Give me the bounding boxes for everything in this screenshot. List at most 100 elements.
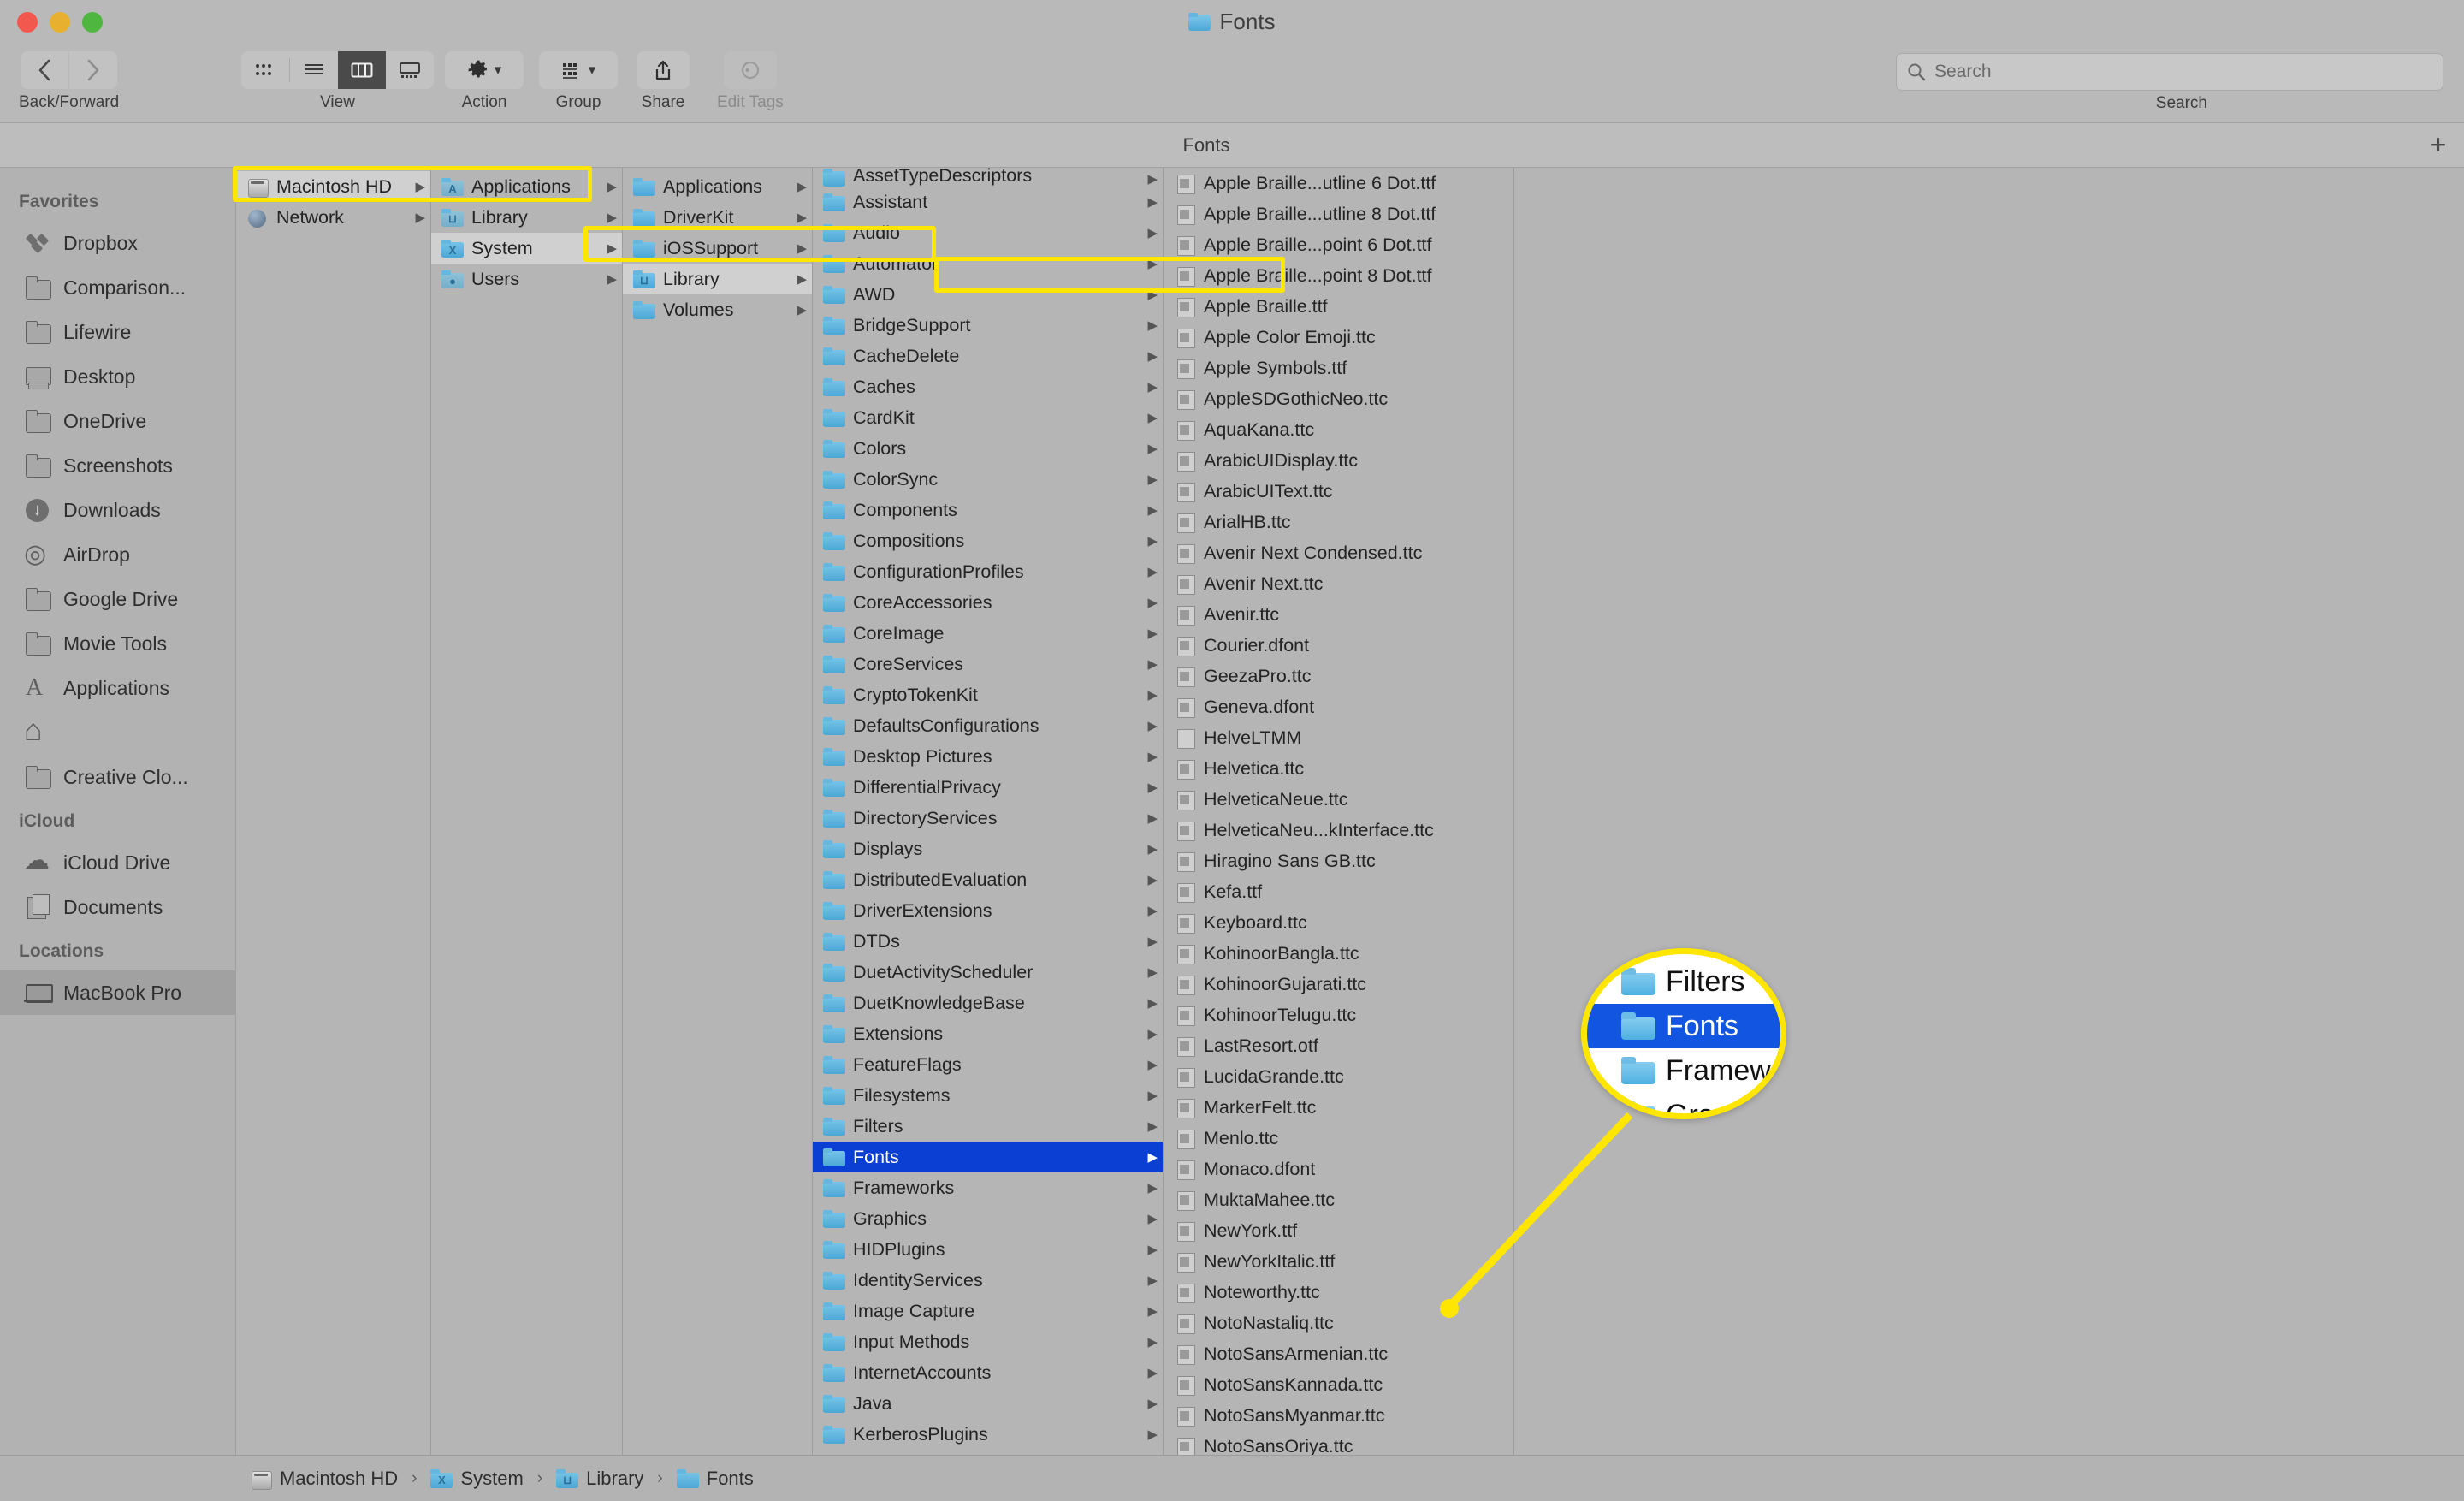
list-item[interactable]: A Applications ▶ <box>431 171 622 202</box>
list-item[interactable]: Apple Braille...utline 6 Dot.ttf <box>1164 168 1513 199</box>
list-item[interactable]: MarkerFelt.ttc <box>1164 1092 1513 1123</box>
sidebar-item-google-drive[interactable]: Google Drive <box>0 577 235 621</box>
list-item[interactable]: ⊔ Library ▶ <box>431 202 622 233</box>
list-item[interactable]: NotoSansOriya.ttc <box>1164 1431 1513 1455</box>
sidebar-item-macbook-pro[interactable]: MacBook Pro <box>0 970 235 1015</box>
list-item[interactable]: KohinoorTelugu.ttc <box>1164 1000 1513 1030</box>
list-item[interactable]: ● Users ▶ <box>431 264 622 294</box>
list-item[interactable]: CryptoTokenKit ▶ <box>813 679 1163 710</box>
list-item[interactable]: DirectoryServices ▶ <box>813 803 1163 834</box>
list-item[interactable]: HIDPlugins ▶ <box>813 1234 1163 1265</box>
list-item[interactable]: Keyboard.ttc <box>1164 907 1513 938</box>
sidebar-item-movie-tools[interactable]: Movie Tools <box>0 621 235 666</box>
sidebar-item-applications[interactable]: Applications <box>0 666 235 710</box>
list-item[interactable]: Extensions ▶ <box>813 1018 1163 1049</box>
list-item[interactable]: Apple Symbols.ttf <box>1164 353 1513 383</box>
list-item[interactable]: DriverExtensions ▶ <box>813 895 1163 926</box>
sidebar-item-airdrop[interactable]: AirDrop <box>0 532 235 577</box>
list-item[interactable]: LastResort.otf <box>1164 1030 1513 1061</box>
list-item[interactable]: Graphics ▶ <box>813 1203 1163 1234</box>
list-item[interactable]: ArabicUIDisplay.ttc <box>1164 445 1513 476</box>
list-item[interactable]: Frameworks ▶ <box>813 1172 1163 1203</box>
list-item[interactable]: Macintosh HD ▶ <box>236 171 430 202</box>
list-item[interactable]: Helvetica.ttc <box>1164 753 1513 784</box>
column-view-icon[interactable] <box>338 51 386 89</box>
list-item[interactable]: FeatureFlags ▶ <box>813 1049 1163 1080</box>
list-item[interactable]: Audio ▶ <box>813 217 1163 248</box>
list-item[interactable]: KerberosPlugins ▶ <box>813 1419 1163 1450</box>
list-item[interactable]: CoreServices ▶ <box>813 649 1163 679</box>
list-item[interactable]: iOSSupport ▶ <box>623 233 812 264</box>
list-item[interactable]: Kernels▶ <box>813 1450 1163 1456</box>
sidebar-item-dropbox[interactable]: Dropbox <box>0 221 235 265</box>
breadcrumb-system[interactable]: X System <box>430 1468 524 1490</box>
list-item[interactable]: NotoSansArmenian.ttc <box>1164 1338 1513 1369</box>
sidebar-item-onedrive[interactable]: OneDrive <box>0 399 235 443</box>
list-item[interactable]: ConfigurationProfiles ▶ <box>813 556 1163 587</box>
list-item[interactable]: HelveticaNeu...kInterface.ttc <box>1164 815 1513 845</box>
column-fonts[interactable]: Apple Braille...utline 6 Dot.ttf Apple Br… <box>1164 168 1514 1455</box>
list-item[interactable]: DTDs ▶ <box>813 926 1163 957</box>
list-item[interactable]: Compositions ▶ <box>813 525 1163 556</box>
list-item[interactable]: NotoNastaliq.ttc <box>1164 1308 1513 1338</box>
list-item[interactable]: Kefa.ttf <box>1164 876 1513 907</box>
list-item[interactable]: Geneva.dfont <box>1164 691 1513 722</box>
list-item[interactable]: KohinoorGujarati.ttc <box>1164 969 1513 1000</box>
forward-button[interactable] <box>69 51 118 89</box>
list-item[interactable]: Assistant ▶ <box>813 187 1163 217</box>
list-item[interactable]: Apple Color Emoji.ttc <box>1164 322 1513 353</box>
list-item[interactable]: AquaKana.ttc <box>1164 414 1513 445</box>
list-item[interactable]: CoreImage ▶ <box>813 618 1163 649</box>
list-item[interactable]: X System ▶ <box>431 233 622 264</box>
list-item[interactable]: AssetTypeDescriptors ▶ <box>813 168 1163 187</box>
sidebar-item-comparison[interactable]: Comparison... <box>0 265 235 310</box>
column-system[interactable]: Applications ▶ DriverKit ▶ iOSSupport ▶ … <box>623 168 813 1455</box>
list-item[interactable]: Fonts ▶ <box>813 1142 1163 1172</box>
search-input[interactable]: Search <box>1896 53 2443 91</box>
list-item[interactable]: CoreAccessories ▶ <box>813 587 1163 618</box>
list-item[interactable]: DuetActivityScheduler ▶ <box>813 957 1163 988</box>
list-item[interactable]: DriverKit ▶ <box>623 202 812 233</box>
list-item[interactable]: Caches ▶ <box>813 371 1163 402</box>
list-item[interactable]: Hiragino Sans GB.ttc <box>1164 845 1513 876</box>
list-item[interactable]: MuktaMahee.ttc <box>1164 1184 1513 1215</box>
list-item[interactable]: Courier.dfont <box>1164 630 1513 661</box>
sidebar-item-screenshots[interactable]: Screenshots <box>0 443 235 488</box>
list-item[interactable]: Image Capture ▶ <box>813 1296 1163 1326</box>
list-item[interactable]: BridgeSupport ▶ <box>813 310 1163 341</box>
list-item[interactable]: Volumes ▶ <box>623 294 812 325</box>
list-item[interactable]: ⊔ Library ▶ <box>623 264 812 294</box>
list-item[interactable]: HelveticaNeue.ttc <box>1164 784 1513 815</box>
breadcrumb-fonts[interactable]: Fonts <box>676 1468 754 1490</box>
list-item[interactable]: KohinoorBangla.ttc <box>1164 938 1513 969</box>
sidebar-item-icloud-drive[interactable]: iCloud Drive <box>0 840 235 885</box>
list-item[interactable]: ColorSync ▶ <box>813 464 1163 495</box>
list-item[interactable]: NewYorkItalic.ttf <box>1164 1246 1513 1277</box>
sidebar-item-downloads[interactable]: Downloads <box>0 488 235 532</box>
list-item[interactable]: ArialHB.ttc <box>1164 507 1513 537</box>
list-item[interactable]: Apple Braille...point 6 Dot.ttf <box>1164 229 1513 260</box>
list-item[interactable]: Colors ▶ <box>813 433 1163 464</box>
list-item[interactable]: GeezaPro.ttc <box>1164 661 1513 691</box>
list-item[interactable]: LucidaGrande.ttc <box>1164 1061 1513 1092</box>
new-tab-button[interactable]: + <box>2413 129 2464 161</box>
list-item[interactable]: ArabicUIText.ttc <box>1164 476 1513 507</box>
list-item[interactable]: InternetAccounts ▶ <box>813 1357 1163 1388</box>
list-item[interactable]: NewYork.ttf <box>1164 1215 1513 1246</box>
list-item[interactable]: DifferentialPrivacy ▶ <box>813 772 1163 803</box>
back-button[interactable] <box>21 51 69 89</box>
list-item[interactable]: Automator ▶ <box>813 248 1163 279</box>
list-item[interactable]: Java ▶ <box>813 1388 1163 1419</box>
sidebar-item-lifewire[interactable]: Lifewire <box>0 310 235 354</box>
list-item[interactable]: AppleSDGothicNeo.ttc <box>1164 383 1513 414</box>
list-item[interactable]: Desktop Pictures ▶ <box>813 741 1163 772</box>
list-item[interactable]: DefaultsConfigurations ▶ <box>813 710 1163 741</box>
list-item[interactable]: Applications ▶ <box>623 171 812 202</box>
list-item[interactable]: NotoSansMyanmar.ttc <box>1164 1400 1513 1431</box>
list-item[interactable]: IdentityServices ▶ <box>813 1265 1163 1296</box>
sidebar-item-documents[interactable]: Documents <box>0 885 235 929</box>
column-macintosh-hd[interactable]: A Applications ▶ ⊔ Library ▶ X System ▶ … <box>431 168 623 1455</box>
list-item[interactable]: Apple Braille...point 8 Dot.ttf <box>1164 260 1513 291</box>
list-item[interactable]: Displays ▶ <box>813 834 1163 864</box>
list-item[interactable]: HelveLTMM <box>1164 722 1513 753</box>
